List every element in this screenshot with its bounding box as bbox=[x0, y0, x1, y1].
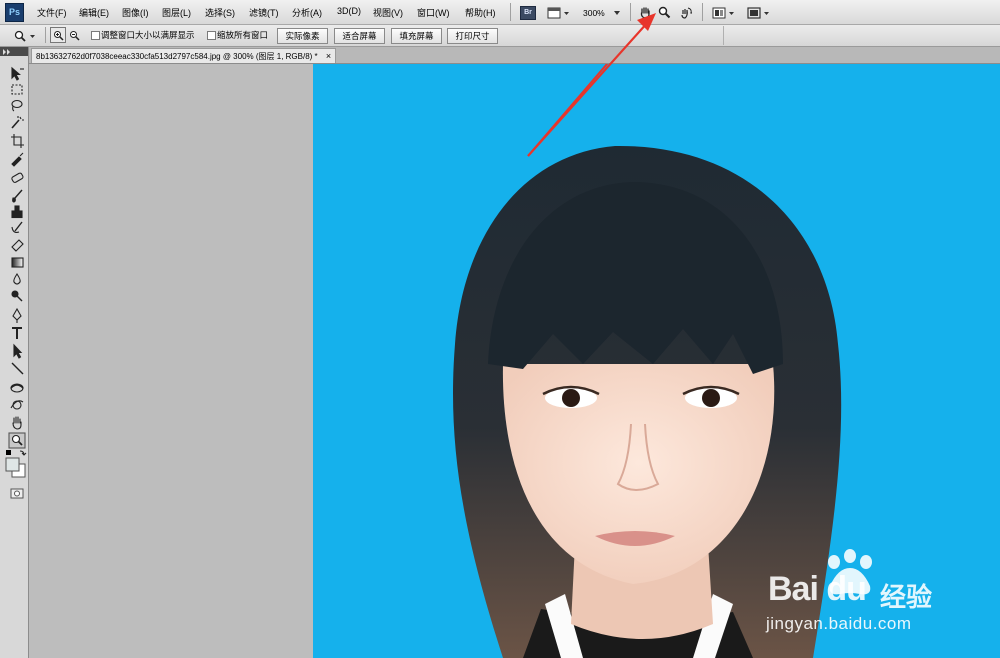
swap-colors-icon[interactable] bbox=[19, 450, 27, 456]
fill-screen-button[interactable]: 填充屏幕 bbox=[391, 28, 442, 44]
menu-image[interactable]: 图像(I) bbox=[122, 6, 149, 19]
menu-select[interactable]: 选择(S) bbox=[205, 6, 235, 19]
bridge-label: Br bbox=[520, 5, 536, 20]
lasso-tool-icon[interactable] bbox=[11, 99, 23, 112]
magic-wand-tool-icon[interactable] bbox=[11, 116, 24, 129]
zoom-in-glyph bbox=[53, 30, 64, 41]
hand-glyph bbox=[640, 7, 650, 19]
resize-windows-checkbox[interactable] bbox=[91, 31, 100, 40]
minibridge-glyph bbox=[547, 7, 569, 18]
color-swatches[interactable] bbox=[5, 450, 27, 478]
menu-help[interactable]: 帮助(H) bbox=[465, 6, 496, 19]
document-canvas[interactable]: Bai du 经验 jingyan.baidu.com bbox=[313, 64, 1000, 658]
zoom-tool-icon[interactable] bbox=[8, 432, 26, 449]
chevron-down-icon bbox=[613, 10, 620, 15]
tools-panel-header[interactable] bbox=[0, 47, 28, 56]
zoom-out-mode-icon[interactable] bbox=[66, 27, 82, 43]
menu-edit[interactable]: 编辑(E) bbox=[79, 6, 109, 19]
photoshop-logo[interactable]: Ps bbox=[5, 3, 24, 22]
hand-tool-icon[interactable] bbox=[636, 4, 654, 21]
marquee-tool-icon[interactable] bbox=[11, 84, 23, 95]
menu-window[interactable]: 窗口(W) bbox=[417, 6, 450, 19]
zoom-level-value: 300% bbox=[583, 7, 605, 18]
arrange-glyph bbox=[712, 7, 734, 18]
menu-filter[interactable]: 滤镜(T) bbox=[249, 6, 279, 19]
menu-bar: Ps 文件(F) 编辑(E) 图像(I) 图层(L) 选择(S) 滤镜(T) 分… bbox=[0, 0, 1000, 25]
menu-analysis[interactable]: 分析(A) bbox=[292, 6, 322, 19]
zoom-all-windows-checkbox[interactable] bbox=[207, 31, 216, 40]
menu-file[interactable]: 文件(F) bbox=[37, 6, 67, 19]
screen-mode-icon[interactable] bbox=[744, 4, 774, 21]
minibridge-icon[interactable] bbox=[544, 4, 574, 21]
quick-mask-icon[interactable] bbox=[10, 488, 24, 499]
eraser-tool-icon[interactable] bbox=[11, 239, 24, 252]
pen-tool-icon[interactable] bbox=[12, 307, 22, 323]
document-title: 8b13632762d0f7038ceeac330cfa513d2797c584… bbox=[36, 52, 318, 61]
hand-tool-icon[interactable] bbox=[12, 416, 22, 430]
foreground-color-swatch[interactable] bbox=[5, 457, 20, 472]
zoom-level-dropdown[interactable]: 300% bbox=[578, 4, 624, 21]
rotate-glyph bbox=[681, 7, 692, 19]
menu-3d[interactable]: 3D(D) bbox=[337, 6, 361, 16]
options-bar: 调整窗口大小以满屏显示 缩放所有窗口 实际像素 适合屏幕 填充屏幕 打印尺寸 bbox=[0, 25, 1000, 47]
clone-stamp-tool-icon[interactable] bbox=[11, 205, 23, 219]
path-selection-tool-icon[interactable] bbox=[13, 343, 23, 359]
zoom-out-glyph bbox=[69, 30, 80, 41]
brush-tool-icon[interactable] bbox=[12, 189, 23, 203]
zoom-preset-icon bbox=[14, 30, 35, 42]
separator bbox=[723, 26, 724, 45]
separator bbox=[510, 3, 511, 21]
zoom-tool-icon[interactable] bbox=[655, 4, 673, 21]
type-tool-icon[interactable] bbox=[12, 327, 22, 339]
blur-tool-icon[interactable] bbox=[13, 273, 21, 285]
gradient-tool-icon[interactable] bbox=[11, 257, 24, 268]
menu-view[interactable]: 视图(V) bbox=[373, 6, 403, 19]
line-tool-icon[interactable] bbox=[11, 362, 24, 375]
crop-tool-icon[interactable] bbox=[11, 134, 24, 148]
close-tab-icon[interactable]: × bbox=[326, 51, 331, 61]
bridge-icon[interactable]: Br bbox=[518, 4, 538, 21]
move-tool-icon[interactable] bbox=[11, 66, 24, 81]
watermark-brand-cn: 经验 bbox=[880, 582, 933, 612]
separator bbox=[630, 3, 631, 21]
spot-healing-tool-icon[interactable] bbox=[11, 172, 24, 183]
3d-orbit-tool-icon[interactable] bbox=[10, 400, 24, 410]
arrange-documents-icon[interactable] bbox=[709, 4, 739, 21]
baidu-watermark: Bai du 经验 jingyan.baidu.com bbox=[760, 548, 995, 638]
zoom-in-mode-icon[interactable] bbox=[50, 27, 66, 43]
dodge-tool-icon[interactable] bbox=[11, 290, 23, 302]
separator bbox=[45, 27, 46, 43]
actual-pixels-button[interactable]: 实际像素 bbox=[277, 28, 328, 44]
separator bbox=[702, 3, 703, 21]
eyedropper-tool-icon[interactable] bbox=[11, 152, 24, 167]
fit-screen-button[interactable]: 适合屏幕 bbox=[334, 28, 385, 44]
document-tab-bar: 8b13632762d0f7038ceeac330cfa513d2797c584… bbox=[29, 47, 1000, 64]
3d-rotate-tool-icon[interactable] bbox=[10, 383, 24, 393]
watermark-brand: Bai du bbox=[768, 570, 867, 608]
tool-preset-picker[interactable] bbox=[8, 27, 42, 44]
rotate-view-icon[interactable] bbox=[676, 4, 696, 21]
default-colors-icon[interactable] bbox=[6, 450, 11, 455]
history-brush-tool-icon[interactable] bbox=[11, 221, 23, 233]
watermark-url: jingyan.baidu.com bbox=[766, 614, 912, 633]
magnifier-glyph bbox=[658, 6, 670, 19]
collapse-panel-icon bbox=[3, 49, 10, 55]
screen-mode-glyph bbox=[747, 6, 769, 19]
zoom-all-windows-label: 缩放所有窗口 bbox=[217, 30, 269, 40]
tools-panel bbox=[0, 47, 29, 658]
print-size-button[interactable]: 打印尺寸 bbox=[447, 28, 498, 44]
document-tab[interactable]: 8b13632762d0f7038ceeac330cfa513d2797c584… bbox=[31, 48, 337, 63]
menu-layer[interactable]: 图层(L) bbox=[162, 6, 191, 19]
resize-windows-label: 调整窗口大小以满屏显示 bbox=[101, 30, 195, 40]
